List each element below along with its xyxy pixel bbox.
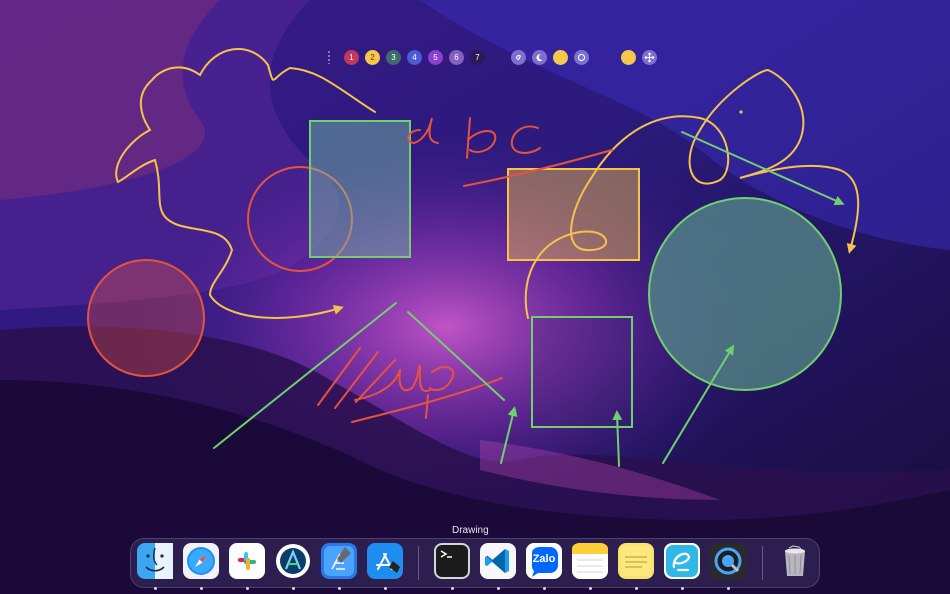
dock-tooltip: Drawing [452, 525, 489, 536]
running-indicator [154, 587, 157, 590]
dock-item-finder[interactable] [136, 542, 174, 580]
dock-item-zalo[interactable]: Zalo [525, 542, 563, 580]
dock-item-notes[interactable] [571, 542, 609, 580]
ring-button[interactable] [574, 49, 589, 65]
quicktime-icon [710, 543, 746, 579]
xcode-icon [321, 543, 357, 579]
running-indicator [451, 587, 454, 590]
running-indicator [543, 587, 546, 590]
green-arrow[interactable] [500, 406, 518, 464]
tool-buttons-group [511, 49, 595, 65]
dock-item-drawing-app[interactable] [663, 542, 701, 580]
drawing-app-icon [664, 543, 700, 579]
safari-icon [183, 543, 219, 579]
color-button-1[interactable]: 1 [344, 49, 359, 65]
dock-item-trash[interactable] [776, 542, 814, 580]
dock-item-terminal[interactable] [433, 542, 471, 580]
dock-item-slack[interactable] [228, 542, 266, 580]
running-indicator [727, 587, 730, 590]
dock-item-vscode[interactable] [479, 542, 517, 580]
red-filled-circle[interactable] [87, 259, 205, 377]
color-button-6[interactable]: 6 [449, 49, 464, 65]
notes-icon [572, 543, 608, 579]
running-indicator [681, 587, 684, 590]
running-indicator [246, 587, 249, 590]
drawing-toolbar: 1234567 [326, 47, 663, 67]
android-studio-icon [275, 543, 311, 579]
running-indicator [635, 587, 638, 590]
dock-item-safari[interactable] [182, 542, 220, 580]
green-filled-circle[interactable] [648, 197, 842, 391]
running-indicator [292, 587, 295, 590]
running-indicator [497, 587, 500, 590]
green-filled-rectangle[interactable] [309, 120, 411, 258]
green-line-2[interactable] [407, 311, 505, 401]
stickies-icon [618, 543, 654, 579]
moon-button[interactable] [532, 49, 547, 65]
drawing-canvas[interactable] [0, 0, 950, 594]
red-handwriting-abc[interactable] [407, 117, 541, 159]
color-button-5[interactable]: 5 [428, 49, 443, 65]
terminal-icon [434, 543, 470, 579]
green-outline-rectangle[interactable] [531, 316, 633, 428]
red-handwriting-ilup[interactable] [317, 347, 455, 419]
dock-item-android-studio[interactable] [274, 542, 312, 580]
running-indicator [384, 587, 387, 590]
yellow-dot-button[interactable] [553, 49, 568, 65]
ring-icon [577, 53, 586, 62]
running-indicator [589, 587, 592, 590]
zalo-logo-text: Zalo [532, 553, 556, 565]
slack-icon [229, 543, 265, 579]
dock-item-app-store[interactable] [366, 542, 404, 580]
vscode-icon [480, 543, 516, 579]
color-button-7[interactable]: 7 [470, 49, 485, 65]
finder-icon [137, 543, 173, 579]
grip-dots-icon[interactable] [326, 50, 332, 64]
app-store-icon [367, 543, 403, 579]
zalo-icon: Zalo [526, 543, 562, 579]
color-button-4[interactable]: 4 [407, 49, 422, 65]
green-arrow-4[interactable] [681, 131, 845, 206]
move-arrows-button[interactable] [642, 49, 657, 65]
dock-item-xcode[interactable] [320, 542, 358, 580]
yellow-dot-mark[interactable] [739, 110, 743, 114]
running-indicator [338, 587, 341, 590]
color-button-3[interactable]: 3 [386, 49, 401, 65]
number-buttons-group: 1234567 [344, 49, 491, 65]
dock-separator [418, 546, 419, 580]
extra-buttons-group [621, 49, 663, 65]
dock-item-quicktime[interactable] [709, 542, 747, 580]
move-arrows-icon [644, 52, 655, 63]
dock-separator [762, 546, 763, 580]
trash-icon [777, 543, 813, 579]
spiral-icon [514, 53, 523, 62]
dock-item-stickies[interactable] [617, 542, 655, 580]
color-button-2[interactable]: 2 [365, 49, 380, 65]
running-indicator [200, 587, 203, 590]
spiral-button[interactable] [511, 49, 526, 65]
moon-icon [535, 53, 544, 62]
green-line[interactable] [213, 302, 397, 449]
color-swatch-button[interactable] [621, 49, 636, 65]
